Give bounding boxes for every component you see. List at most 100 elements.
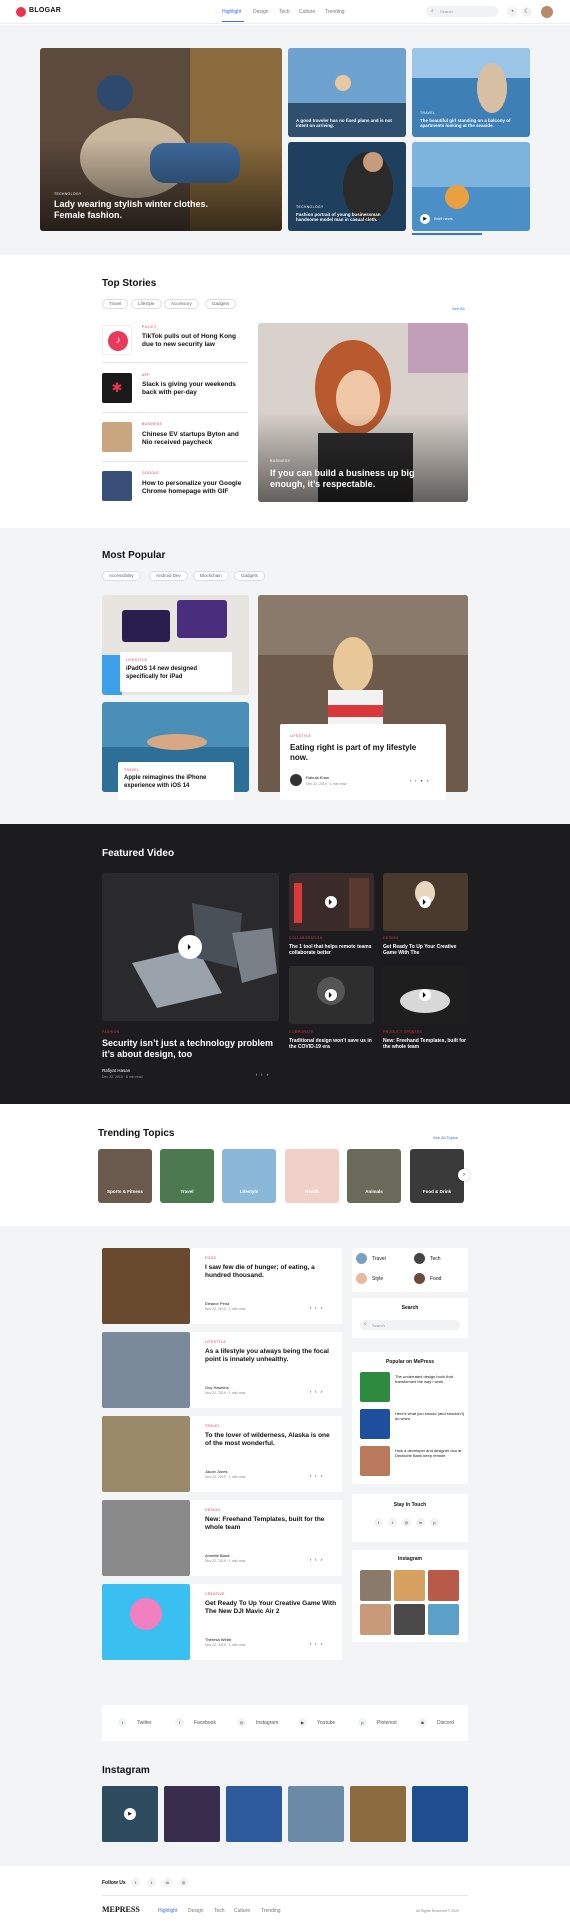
instagram-photo[interactable]: [350, 1786, 406, 1842]
feed-4-author[interactable]: Annette Black: [205, 1553, 230, 1558]
feed-1-share-icons[interactable]: f t ⌕: [310, 1305, 324, 1310]
hero-card-4[interactable]: ▶ Brief news: [412, 142, 530, 231]
tab-blockchain[interactable]: Blockchain: [193, 571, 229, 581]
nav-highlight[interactable]: Highlight: [222, 9, 241, 15]
tab-accessory[interactable]: Accessory: [164, 299, 199, 309]
footer-nav-trending[interactable]: Trending: [261, 1908, 281, 1914]
discord-icon[interactable]: ◙: [418, 1718, 427, 1727]
video-thumb-4[interactable]: [383, 966, 468, 1024]
feed-4-share-icons[interactable]: f t ⌕: [310, 1557, 324, 1562]
instagram-photo[interactable]: [164, 1786, 220, 1842]
nav-design[interactable]: Design: [253, 9, 269, 15]
video-main[interactable]: [102, 873, 279, 1021]
story-thumb-3[interactable]: [102, 422, 132, 452]
hero-card-4-label[interactable]: Brief news: [434, 216, 453, 222]
hero-card-1[interactable]: A good traveler has no fixed plans and i…: [288, 48, 406, 137]
play-icon[interactable]: [419, 896, 431, 908]
feed-thumb-1[interactable]: [102, 1248, 190, 1324]
nav-culture[interactable]: Culture: [299, 9, 315, 15]
video-4-title[interactable]: New: Freehand Templates, built for the w…: [383, 1038, 468, 1051]
insta-thumb[interactable]: [360, 1570, 391, 1601]
facebook-icon[interactable]: f: [131, 1878, 140, 1887]
footer-nav-culture[interactable]: Culture: [234, 1908, 250, 1914]
feed-1-author[interactable]: Eleanor Pena: [205, 1301, 229, 1306]
insta-thumb[interactable]: [394, 1570, 425, 1601]
play-icon[interactable]: ▶: [420, 214, 430, 224]
social-instagram[interactable]: Instagram: [256, 1720, 278, 1726]
chevron-right-icon[interactable]: ›: [458, 1169, 470, 1181]
play-icon[interactable]: [325, 896, 337, 908]
top-stories-feature[interactable]: BUSINESS If you can build a business up …: [258, 323, 468, 502]
video-2-title[interactable]: Get Ready To Up Your Creative Game With …: [383, 944, 468, 957]
logo-icon[interactable]: [16, 7, 26, 17]
footer-nav-tech[interactable]: Tech: [214, 1908, 225, 1914]
category-tech[interactable]: Tech: [430, 1256, 441, 1262]
topic-travel[interactable]: Travel: [160, 1149, 214, 1203]
tab-accessibility[interactable]: Accessibility: [102, 571, 141, 581]
story-3-title[interactable]: Chinese EV startups Byton and Nio receiv…: [142, 431, 247, 447]
popular-item-3[interactable]: How a developer and designer duo at Deut…: [395, 1448, 465, 1458]
tab-android-dev[interactable]: Android Dev: [149, 571, 188, 581]
hero-card-2[interactable]: TRAVEL The beautiful girl standing on a …: [412, 48, 530, 137]
feed-2-title[interactable]: As a lifestyle you always being the foca…: [205, 1348, 335, 1364]
story-thumb-4[interactable]: [102, 471, 132, 501]
feed-5-title[interactable]: Get Ready To Up Your Creative Game With …: [205, 1600, 340, 1616]
pinterest-icon[interactable]: p: [430, 1518, 439, 1527]
feed-thumb-4[interactable]: [102, 1500, 190, 1576]
youtube-icon[interactable]: ▶: [298, 1718, 307, 1727]
video-1-title[interactable]: The 1 tool that helps remote teams colla…: [289, 944, 377, 957]
popular-thumb-3[interactable]: [360, 1446, 390, 1476]
feed-2-share-icons[interactable]: f t ⌕: [310, 1389, 324, 1394]
topic-animals[interactable]: Animals: [347, 1149, 401, 1203]
feed-3-share-icons[interactable]: f t ⌕: [310, 1473, 324, 1478]
avatar[interactable]: [541, 6, 553, 18]
hero-card-3-title[interactable]: Fashion portrait of young businessman ha…: [296, 212, 400, 223]
play-icon[interactable]: [325, 989, 337, 1001]
video-3-title[interactable]: Traditional design won’t save us in the …: [289, 1038, 377, 1051]
tab-gadgets-popular[interactable]: Gadgets: [234, 571, 266, 581]
category-thumb-tech[interactable]: [414, 1253, 425, 1264]
footer-logo[interactable]: MEPRESS: [102, 1905, 140, 1914]
video-thumb-1[interactable]: [289, 873, 374, 931]
story-2-title[interactable]: Slack is giving your weekends back with …: [142, 381, 247, 397]
pinterest-icon[interactable]: p: [358, 1718, 367, 1727]
hero-card-2-title[interactable]: The beautiful girl standing on a balcony…: [420, 118, 524, 129]
sidebar-search-input[interactable]: ⌕ Search: [360, 1320, 460, 1330]
instagram-photo[interactable]: [412, 1786, 468, 1842]
video-author[interactable]: Rafiyat Hasan: [102, 1068, 130, 1073]
feed-3-author[interactable]: Jacob Jones: [205, 1469, 227, 1474]
popular-card-1-title[interactable]: iPadOS 14 new designed specifically for …: [126, 666, 226, 681]
instagram-icon[interactable]: ◎: [402, 1518, 411, 1527]
social-youtube[interactable]: Youtube: [317, 1720, 335, 1726]
feed-5-share-icons[interactable]: f t ⌕: [310, 1641, 324, 1646]
video-share-icons[interactable]: f t ⌕: [256, 1072, 270, 1077]
topic-health[interactable]: Health: [285, 1149, 339, 1203]
story-4-title[interactable]: How to personalize your Google Chrome ho…: [142, 480, 252, 496]
author-name[interactable]: Rahula Khan: [306, 775, 329, 780]
feed-3-title[interactable]: To the lover of wilderness, Alaska is on…: [205, 1432, 335, 1448]
popular-card-2-title[interactable]: Apple reimagines the iPhone experience w…: [124, 775, 228, 790]
tab-travel[interactable]: Travel: [102, 299, 129, 309]
instagram-photo[interactable]: ▶: [102, 1786, 158, 1842]
topic-lifestyle[interactable]: Lifestyle: [222, 1149, 276, 1203]
feed-1-title[interactable]: I saw few die of hunger; of eating, a hu…: [205, 1264, 335, 1280]
footer-nav-design[interactable]: Design: [188, 1908, 204, 1914]
facebook-icon[interactable]: f: [374, 1518, 383, 1527]
twitter-icon[interactable]: t: [147, 1878, 156, 1887]
feed-2-author[interactable]: Guy Hawkins: [205, 1385, 229, 1390]
feed-thumb-3[interactable]: [102, 1416, 190, 1492]
author-avatar[interactable]: [290, 774, 302, 786]
share-icons[interactable]: f t ▾ ⌕: [410, 778, 430, 783]
linkedin-icon[interactable]: in: [416, 1518, 425, 1527]
topic-sports[interactable]: Sports & Fitness: [98, 1149, 152, 1203]
feed-thumb-5[interactable]: [102, 1584, 190, 1660]
twitter-icon[interactable]: t: [118, 1718, 127, 1727]
footer-nav-highlight[interactable]: Highlight: [158, 1908, 177, 1914]
hero-main-card[interactable]: TECHNOLOGY Lady wearing stylish winter c…: [40, 48, 282, 231]
social-facebook[interactable]: Facebook: [194, 1720, 216, 1726]
story-thumb-1[interactable]: ♪: [102, 325, 132, 355]
story-thumb-2[interactable]: ✱: [102, 373, 132, 403]
instagram-photo[interactable]: [288, 1786, 344, 1842]
feed-4-title[interactable]: New: Freehand Templates, built for the w…: [205, 1516, 335, 1532]
social-pinterest[interactable]: Pinterest: [377, 1720, 397, 1726]
